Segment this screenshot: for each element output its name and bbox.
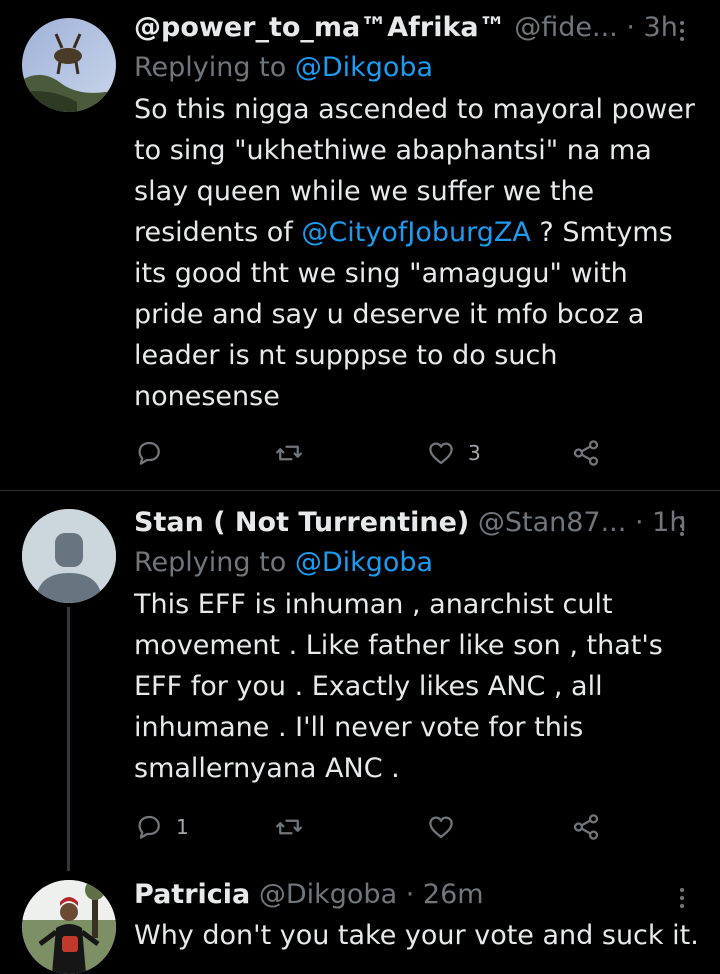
more-icon[interactable]	[676, 875, 688, 915]
replying-to: Replying to @Dikgoba	[134, 543, 720, 583]
like-icon	[429, 816, 453, 839]
reply-button[interactable]: 1	[134, 807, 189, 847]
share-button[interactable]	[571, 807, 601, 847]
separator-dot: ·	[634, 507, 644, 538]
like-count: 3	[468, 441, 481, 465]
share-button[interactable]	[571, 433, 601, 473]
thread-line	[67, 607, 70, 871]
like-icon	[429, 442, 453, 465]
tweet-actions: 3	[134, 433, 634, 473]
mention-link[interactable]: @CityofJoburgZA	[301, 217, 530, 248]
retweet-icon	[276, 445, 302, 461]
replying-prefix: Replying to	[134, 547, 287, 578]
author-name[interactable]: Stan ( Not Turrentine)	[134, 507, 469, 538]
author-name[interactable]: @power_to_ma™Afrika™	[134, 12, 506, 43]
avatar[interactable]	[22, 880, 116, 974]
author-handle[interactable]: @fide...	[514, 12, 618, 43]
retweet-button[interactable]	[274, 807, 316, 847]
retweet-icon	[276, 819, 302, 835]
tweet-text: This EFF is inhuman , anarchist cult mov…	[134, 589, 663, 784]
tweet-header: Stan ( Not Turrentine) @Stan87... · 1h	[134, 503, 720, 543]
author-name[interactable]: Patricia	[134, 879, 250, 910]
avatar[interactable]	[22, 509, 116, 603]
replying-mention[interactable]: @Dikgoba	[295, 52, 433, 83]
tweet-text: So this nigga ascended to mayoral power …	[134, 89, 704, 417]
reply-button[interactable]	[134, 433, 176, 473]
replying-prefix: Replying to	[134, 52, 287, 83]
separator-dot: ·	[405, 879, 415, 910]
tweet-actions: 1	[134, 807, 634, 847]
like-button[interactable]: 3	[426, 433, 481, 473]
timestamp[interactable]: 3h	[644, 12, 678, 43]
share-icon	[573, 440, 599, 466]
tweet-header: @power_to_ma™Afrika™ @fide... · 3h	[134, 8, 720, 48]
author-handle[interactable]: @Dikgoba	[259, 879, 397, 910]
tweet-header: Patricia @Dikgoba · 26m	[134, 875, 720, 915]
avatar[interactable]	[22, 18, 116, 112]
more-icon[interactable]	[676, 8, 688, 48]
tweet-text: Why don't you take your vote and suck it…	[134, 920, 699, 951]
reply-icon	[138, 441, 160, 465]
author-handle[interactable]: @Stan87...	[478, 507, 627, 538]
retweet-button[interactable]	[274, 433, 316, 473]
reply-icon	[138, 815, 160, 839]
replying-to: Replying to @Dikgoba	[134, 48, 720, 88]
reply-count: 1	[176, 815, 189, 839]
timestamp[interactable]: 26m	[423, 879, 484, 910]
more-icon[interactable]	[676, 503, 688, 543]
tweet-1[interactable]: @power_to_ma™Afrika™ @fide... · 3h Reply…	[0, 0, 720, 490]
share-icon	[573, 814, 599, 840]
like-button[interactable]	[426, 807, 468, 847]
separator-dot: ·	[626, 12, 635, 43]
replying-mention[interactable]: @Dikgoba	[295, 547, 433, 578]
tweet-2[interactable]: Stan ( Not Turrentine) @Stan87... · 1h R…	[0, 491, 720, 871]
tweet-3[interactable]: Patricia @Dikgoba · 26m Why don't you ta…	[0, 871, 720, 974]
